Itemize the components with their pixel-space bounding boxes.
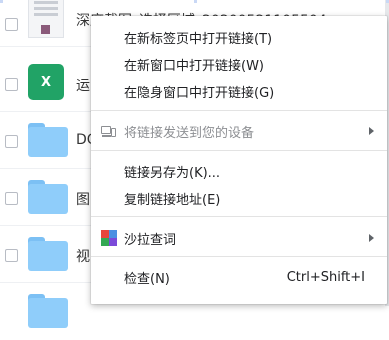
row-checkbox[interactable]	[5, 135, 18, 148]
submenu-arrow-icon	[369, 127, 374, 135]
menu-item-open-new-tab[interactable]: 在新标签页中打开链接(T)	[91, 24, 387, 50]
menu-item-send-to-devices: 将链接发送到您的设备	[91, 118, 387, 144]
menu-item-label: 在新标签页中打开链接(T)	[124, 31, 273, 47]
selection-marker	[194, 0, 197, 3]
menu-separator	[91, 256, 387, 257]
folder-icon	[28, 237, 68, 271]
menu-separator	[91, 216, 387, 217]
menu-separator	[91, 110, 387, 111]
folder-icon	[28, 294, 68, 328]
excel-icon: X	[28, 64, 64, 100]
menu-item-inspect[interactable]: 检查(N) Ctrl+Shift+I	[91, 264, 387, 290]
menu-item-label: 链接另存为(K)...	[124, 165, 221, 181]
row-checkbox[interactable]	[5, 18, 18, 31]
menu-item-label: 将链接发送到您的设备	[124, 125, 255, 141]
file-name[interactable]: 视	[76, 246, 90, 266]
menu-item-open-incognito[interactable]: 在隐身窗口中打开链接(G)	[91, 78, 387, 104]
file-name[interactable]: 图	[76, 189, 90, 209]
menu-item-label: 在新窗口中打开链接(W)	[124, 58, 264, 74]
menu-item-label: 复制链接地址(E)	[124, 192, 221, 208]
menu-item-salad-dict[interactable]: 沙拉查词	[91, 225, 387, 251]
menu-item-label: 检查(N)	[124, 271, 170, 287]
folder-icon	[28, 123, 68, 157]
row-checkbox[interactable]	[5, 78, 18, 91]
image-thumbnail-icon	[28, 0, 64, 38]
file-name[interactable]: 运	[76, 75, 90, 95]
menu-item-copy-link-address[interactable]: 复制链接地址(E)	[91, 185, 387, 211]
submenu-arrow-icon	[369, 234, 374, 242]
menu-item-open-new-window[interactable]: 在新窗口中打开链接(W)	[91, 51, 387, 77]
menu-item-label: 沙拉查词	[124, 232, 177, 248]
excel-icon-glyph: X	[28, 64, 64, 100]
row-checkbox[interactable]	[5, 249, 18, 262]
menu-item-shortcut: Ctrl+Shift+I	[286, 269, 365, 285]
menu-separator	[91, 150, 387, 151]
menu-item-label: 在隐身窗口中打开链接(G)	[124, 85, 275, 101]
selection-marker	[0, 0, 3, 3]
row-checkbox[interactable]	[5, 192, 18, 205]
folder-icon	[28, 180, 68, 214]
context-menu: 在新标签页中打开链接(T) 在新窗口中打开链接(W) 在隐身窗口中打开链接(G)…	[91, 16, 387, 304]
menu-item-save-link-as[interactable]: 链接另存为(K)...	[91, 158, 387, 184]
